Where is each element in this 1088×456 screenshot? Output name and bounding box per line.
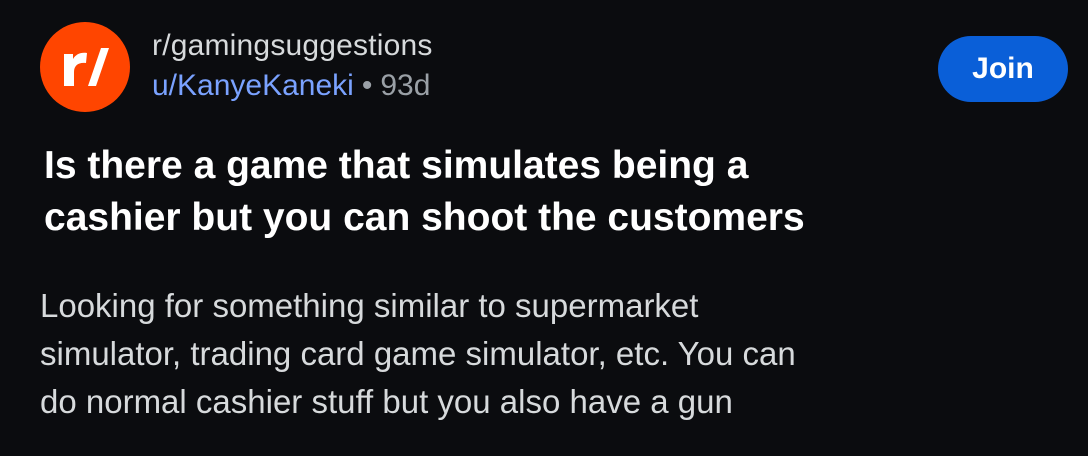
post-body-line-1: Looking for something similar to superma…	[40, 287, 699, 324]
subreddit-avatar[interactable]	[40, 22, 130, 112]
post-meta: r/gamingsuggestions u/KanyeKaneki • 93d	[152, 28, 433, 104]
post-age: 93d	[380, 69, 431, 102]
reddit-r-logo-icon	[64, 48, 109, 86]
post-body-line-3: do normal cashier stuff but you also hav…	[40, 383, 733, 420]
byline: u/KanyeKaneki • 93d	[152, 68, 433, 104]
username-link[interactable]: u/KanyeKaneki	[152, 69, 354, 102]
post-card[interactable]: r/gamingsuggestions u/KanyeKaneki • 93d Jo…	[0, 0, 1088, 456]
post-body-line-2: simulator, trading card game simulator, …	[40, 335, 796, 372]
subreddit-name[interactable]: r/gamingsuggestions	[152, 28, 433, 64]
post-body: Looking for something similar to superma…	[40, 282, 1070, 426]
post-header: r/gamingsuggestions u/KanyeKaneki • 93d Jo…	[40, 22, 1068, 122]
post-title[interactable]: Is there a game that simulates being a ca…	[44, 140, 1054, 244]
separator-dot: •	[361, 69, 373, 102]
join-button[interactable]: Join	[938, 36, 1068, 102]
post-title-line-1: Is there a game that simulates being a	[44, 144, 749, 187]
post-title-line-2: cashier but you can shoot the customers	[44, 196, 805, 239]
